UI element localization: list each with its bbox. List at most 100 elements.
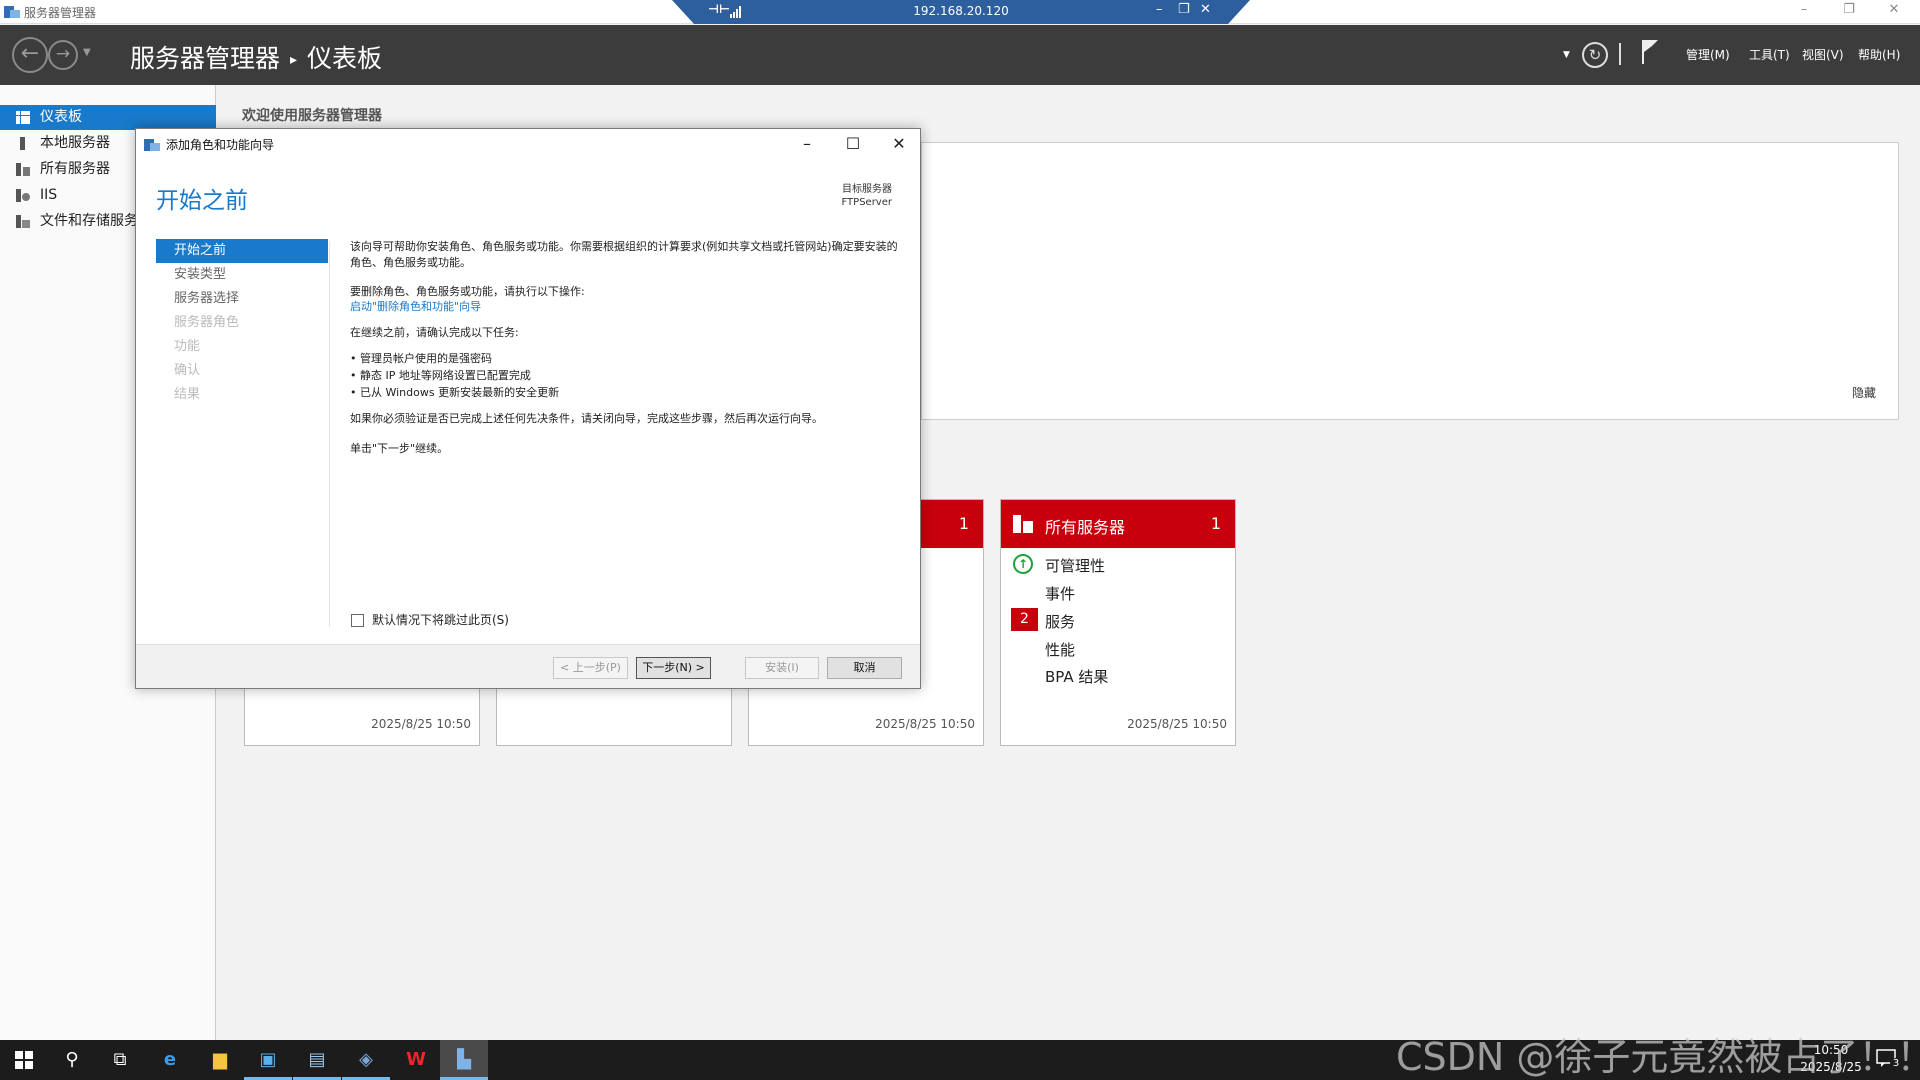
server-manager-app-icon xyxy=(4,6,20,18)
refresh-icon[interactable]: ↻ xyxy=(1582,42,1608,68)
dialog-maximize-button[interactable]: ☐ xyxy=(835,132,871,156)
ie-icon[interactable]: e xyxy=(146,1040,194,1080)
target-server-label: 目标服务器 xyxy=(842,184,892,195)
status-ok-icon: ↑ xyxy=(1013,554,1033,574)
sidebar-item-dashboard[interactable]: 仪表板 xyxy=(0,105,216,130)
alert-count-badge: 2 xyxy=(1011,608,1038,631)
explorer-icon[interactable]: ▆ xyxy=(196,1040,244,1080)
notifications-flag-icon[interactable] xyxy=(1640,39,1660,65)
install-button[interactable]: 安装(I) xyxy=(745,657,819,679)
wizard-icon xyxy=(144,139,160,151)
prereq-note: 如果你必须验证是否已完成上述任何先决条件，请关闭向导，完成这些步骤，然后再次运行… xyxy=(350,412,823,425)
menu-manage[interactable]: 管理(M) xyxy=(1686,25,1730,85)
menu-view[interactable]: 视图(V) xyxy=(1802,25,1844,85)
cancel-button[interactable]: 取消 xyxy=(827,657,902,679)
hide-link[interactable]: 隐藏 xyxy=(1852,384,1876,401)
server-tile[interactable]: 2025/8/25 10:50 xyxy=(244,680,480,746)
before-continue-text: 在继续之前，请确认完成以下任务: xyxy=(350,326,519,339)
watermark: CSDN @徐子元竟然被占了！！ xyxy=(1396,1035,1920,1079)
dialog-titlebar: 添加角色和功能向导 – ☐ ✕ xyxy=(136,129,920,159)
tile-timestamp: 2025/8/25 10:50 xyxy=(1127,717,1227,731)
tool-icon[interactable]: ▤ xyxy=(293,1040,341,1080)
windows-logo-icon xyxy=(15,1051,33,1069)
dashboard-icon xyxy=(16,111,30,124)
back-button[interactable]: ← xyxy=(12,37,48,73)
wps-icon[interactable]: W xyxy=(392,1040,440,1080)
breadcrumb-separator-icon: ▸ xyxy=(290,52,298,68)
window-title: 服务器管理器 xyxy=(24,6,97,20)
rdp-restore-button[interactable]: ❐ xyxy=(1178,2,1190,17)
tile-timestamp: 2025/8/25 10:50 xyxy=(371,717,471,731)
sidebar-item-label: 本地服务器 xyxy=(40,135,110,151)
skip-page-option[interactable]: 默认情况下将跳过此页(S) xyxy=(351,611,509,628)
search-icon[interactable]: ⚲ xyxy=(48,1040,96,1080)
intro-text: 该向导可帮助你安装角色、角色服务或功能。你需要根据组织的计算要求(例如共享文档或… xyxy=(350,240,898,269)
forward-button[interactable]: → xyxy=(48,40,78,70)
step-results: 结果 xyxy=(174,387,201,402)
sidebar-item-label: 文件和存储服务 xyxy=(40,213,138,229)
target-server-info: 目标服务器 FTPServer xyxy=(841,183,892,209)
step-confirmation: 确认 xyxy=(174,363,201,378)
welcome-title: 欢迎使用服务器管理器 xyxy=(242,108,382,124)
header-divider xyxy=(1619,43,1621,65)
wizard-divider xyxy=(329,241,330,627)
skip-page-label: 默认情况下将跳过此页(S) xyxy=(372,613,509,627)
rdp-close-button[interactable]: ✕ xyxy=(1200,2,1211,17)
remove-roles-link[interactable]: 启动"删除角色和功能"向导 xyxy=(350,299,906,315)
history-dropdown-icon[interactable]: ▼ xyxy=(83,47,91,58)
task-view-icon[interactable]: ⧉ xyxy=(96,1040,144,1080)
cmd-icon[interactable]: ▣ xyxy=(244,1040,292,1080)
tile-title: 所有服务器 xyxy=(1045,518,1126,537)
skip-page-checkbox[interactable] xyxy=(351,614,364,627)
sidebar-item-label: 仪表板 xyxy=(40,109,82,125)
rdp-ip-address: 192.168.20.120 xyxy=(913,4,1009,18)
step-features: 功能 xyxy=(174,339,201,354)
previous-button[interactable]: < 上一步(P) xyxy=(553,657,628,679)
welcome-panel xyxy=(921,142,1899,420)
tile-row-services[interactable]: 服务 xyxy=(1045,611,1075,632)
tile-timestamp: 2025/8/25 10:50 xyxy=(875,717,975,731)
tile-count: 1 xyxy=(958,514,969,533)
add-roles-wizard-dialog: 添加角色和功能向导 – ☐ ✕ 开始之前 目标服务器 FTPServer 开始之… xyxy=(135,128,921,689)
step-server-roles: 服务器角色 xyxy=(174,315,240,330)
dialog-title: 添加角色和功能向导 xyxy=(166,138,275,152)
remove-intro-text: 要删除角色、角色服务或功能，请执行以下操作: xyxy=(350,285,585,298)
server-manager-icon[interactable]: ▙ xyxy=(440,1040,488,1080)
step-installation-type[interactable]: 安装类型 xyxy=(156,263,328,287)
server-tile[interactable] xyxy=(496,680,732,746)
breadcrumb: 服务器管理器 ▸ 仪表板 xyxy=(130,39,382,75)
breadcrumb-page: 仪表板 xyxy=(307,44,383,73)
minimize-button[interactable]: – xyxy=(1784,2,1824,17)
app-header: ← → ▼ 服务器管理器 ▸ 仪表板 ▼ ↻ 管理(M) 工具(T) 视图(V) 帮… xyxy=(0,25,1920,85)
click-next-text: 单击"下一步"继续。 xyxy=(350,442,449,455)
target-server-name: FTPServer xyxy=(841,197,892,208)
close-button[interactable]: ✕ xyxy=(1874,2,1914,17)
tile-count: 1 xyxy=(1210,514,1221,533)
tile-header[interactable]: 所有服务器 1 xyxy=(1001,500,1235,548)
server-icon xyxy=(20,137,25,150)
wizard-heading: 开始之前 xyxy=(156,188,248,214)
storage-icon xyxy=(16,215,30,228)
tile-row-bpa-results[interactable]: BPA 结果 xyxy=(1045,666,1108,687)
menu-help[interactable]: 帮助(H) xyxy=(1858,25,1900,85)
servers-icon xyxy=(1013,515,1033,533)
all-servers-tile[interactable]: 所有服务器 1 ↑ 可管理性 事件 2 服务 性能 BPA 结果 2025/8/… xyxy=(1000,499,1236,746)
servers-icon xyxy=(16,163,30,176)
step-server-selection[interactable]: 服务器选择 xyxy=(156,287,328,311)
tile-row-manageability[interactable]: 可管理性 xyxy=(1045,555,1105,576)
rdp-connection-bar: ⊣⊢ 192.168.20.120 – ❐ ✕ xyxy=(672,0,1250,24)
menu-tools[interactable]: 工具(T) xyxy=(1749,25,1790,85)
iis-icon xyxy=(16,189,30,202)
dialog-minimize-button[interactable]: – xyxy=(789,132,825,156)
rdp-minimize-button[interactable]: – xyxy=(1156,2,1163,17)
start-icon[interactable] xyxy=(0,1040,48,1080)
restore-button[interactable]: ❐ xyxy=(1829,2,1869,17)
dialog-close-button[interactable]: ✕ xyxy=(881,132,917,156)
tile-row-performance[interactable]: 性能 xyxy=(1045,639,1075,660)
tile-row-events[interactable]: 事件 xyxy=(1045,583,1075,604)
remote-icon[interactable]: ◈ xyxy=(342,1040,390,1080)
step-before-you-begin[interactable]: 开始之前 xyxy=(156,239,328,263)
next-button[interactable]: 下一步(N) > xyxy=(636,657,711,679)
refresh-dropdown-icon[interactable]: ▼ xyxy=(1563,25,1570,85)
dialog-footer: < 上一步(P) 下一步(N) > 安装(I) 取消 xyxy=(136,644,920,688)
